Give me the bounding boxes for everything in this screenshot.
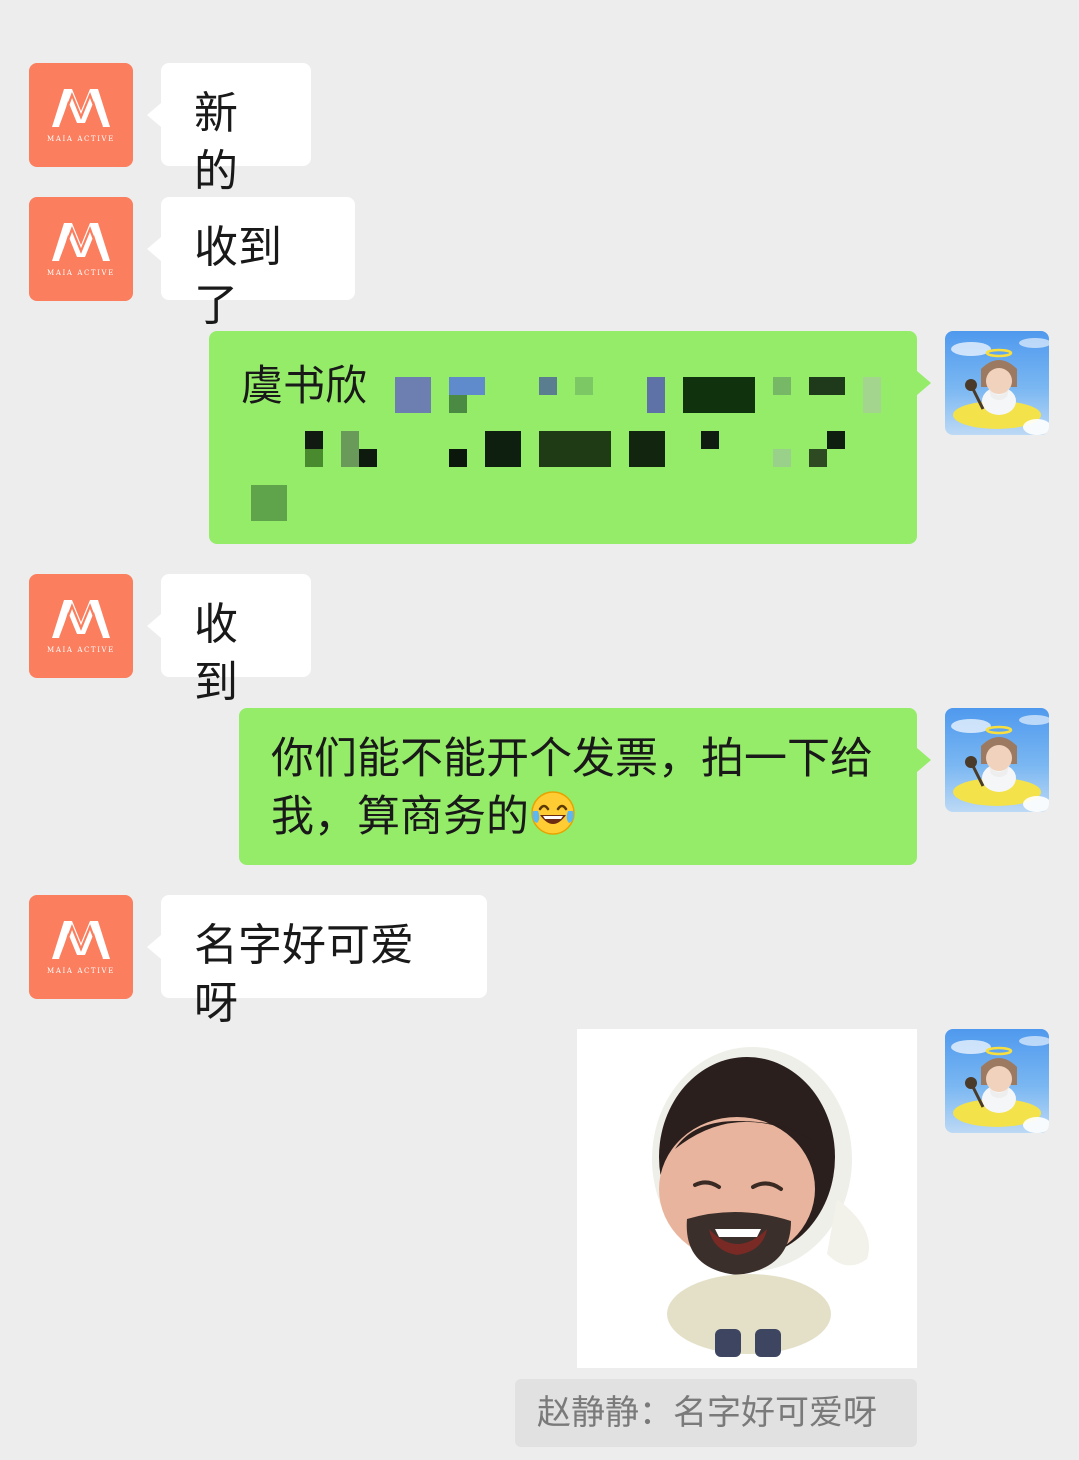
brand-logo-text: MAIA ACTIVE: [47, 135, 115, 143]
self-avatar[interactable]: [945, 1029, 1049, 1133]
incoming-message-bubble[interactable]: 收到了: [147, 197, 355, 331]
incoming-message-bubble[interactable]: 名字好可爱呀: [147, 895, 487, 1029]
outgoing-message-bubble[interactable]: 你们能不能开个发票，拍一下给 我，算商务的: [239, 708, 931, 865]
message-text-line: 你们能不能开个发票，拍一下给: [271, 734, 873, 784]
cartoon-angel-avatar-icon: [945, 1029, 1049, 1133]
contact-avatar[interactable]: MAIA ACTIVE: [29, 197, 133, 301]
incoming-message-bubble[interactable]: 收到: [147, 574, 311, 708]
sticker-message[interactable]: [577, 1029, 917, 1368]
message-text: 新的: [194, 88, 238, 197]
chat-area: MAIA ACTIVE 新的 MAIA ACTIVE 收到了 虞书欣 MAIA …: [0, 0, 1079, 1460]
brand-logo-text: MAIA ACTIVE: [47, 269, 115, 277]
self-avatar[interactable]: [945, 331, 1049, 435]
self-avatar[interactable]: [945, 708, 1049, 812]
cartoon-angel-avatar-icon: [945, 331, 1049, 435]
cartoon-angel-avatar-icon: [945, 708, 1049, 812]
message-text-line: 我，算商务的: [271, 788, 885, 846]
contact-avatar[interactable]: MAIA ACTIVE: [29, 895, 133, 999]
bearded-child-sticker-icon: [652, 1047, 869, 1357]
contact-avatar[interactable]: MAIA ACTIVE: [29, 63, 133, 167]
brand-logo-text: MAIA ACTIVE: [47, 646, 115, 654]
brand-logo-icon: [50, 87, 112, 129]
quoted-reply-text: 赵静静：名字好可爱呀: [537, 1393, 877, 1433]
brand-logo-text: MAIA ACTIVE: [47, 967, 115, 975]
incoming-message-bubble[interactable]: 新的: [147, 63, 311, 197]
outgoing-message-bubble[interactable]: 虞书欣: [209, 331, 931, 544]
quoted-reply[interactable]: 赵静静：名字好可爱呀: [515, 1379, 917, 1447]
message-text: 收到了: [194, 222, 282, 331]
brand-logo-icon: [50, 919, 112, 961]
message-text: 名字好可爱呀: [194, 920, 414, 1029]
contact-avatar[interactable]: MAIA ACTIVE: [29, 574, 133, 678]
message-text: 收到: [194, 599, 238, 708]
brand-logo-icon: [50, 221, 112, 263]
message-text: 虞书欣: [241, 361, 368, 410]
brand-logo-icon: [50, 598, 112, 640]
tears-of-joy-emoji-icon: [531, 791, 575, 835]
